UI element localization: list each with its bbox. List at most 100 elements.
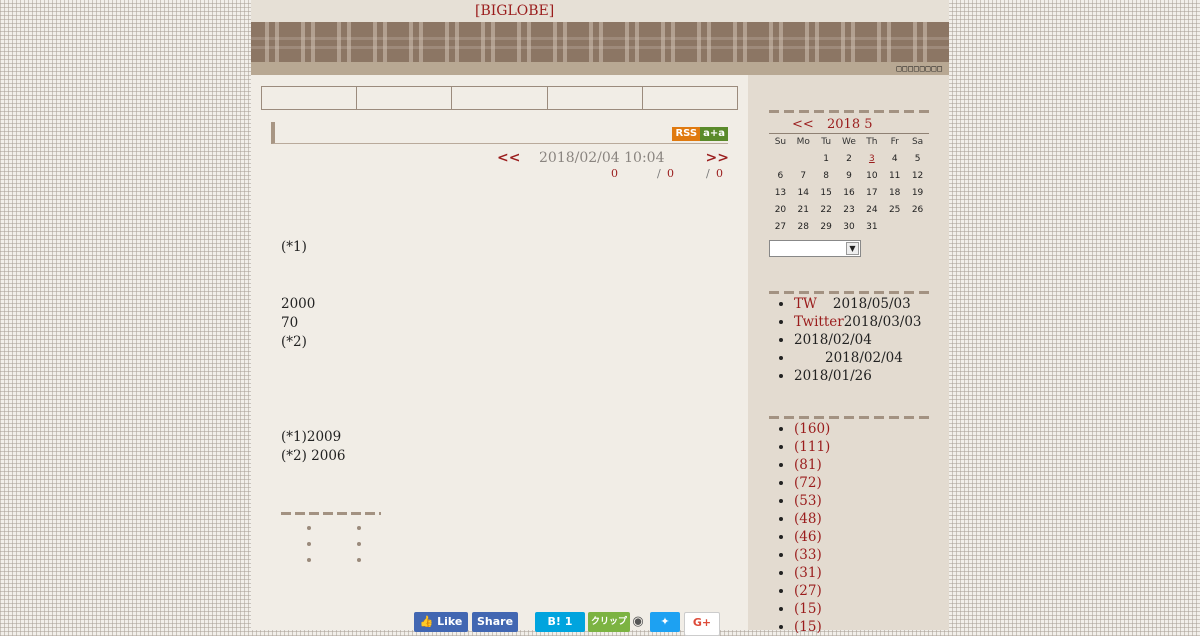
category-item[interactable]: (27) bbox=[794, 582, 830, 600]
category-item[interactable]: (31) bbox=[794, 564, 830, 582]
category-count[interactable]: (72) bbox=[794, 475, 822, 491]
sidebar: << 2018 5 Su Mo Tu We Th Fr Sa 1 2 3 4 5 6 7 8 9 10 11 12… bbox=[748, 75, 949, 635]
sidebar-divider bbox=[769, 291, 929, 294]
entry-paragraph: 2000 70 (*2) bbox=[281, 295, 315, 352]
rss-reader-label: a+a bbox=[700, 127, 728, 141]
recent-entry-prefix[interactable]: Twitter bbox=[794, 314, 844, 330]
text-line: (*1) bbox=[281, 239, 307, 255]
calendar: << 2018 5 Su Mo Tu We Th Fr Sa 1 2 3 4 5 6 7 8 9 10 11 12… bbox=[769, 117, 929, 235]
category-count[interactable]: (15) bbox=[794, 619, 822, 635]
category-count[interactable]: (111) bbox=[794, 439, 830, 455]
prev-entry-link[interactable]: << bbox=[497, 150, 520, 166]
calendar-day: 20 bbox=[774, 204, 787, 215]
calendar-day bbox=[906, 218, 929, 235]
category-item[interactable]: (15) bbox=[794, 600, 830, 618]
biglobe-link[interactable]: [BIGLOBE] bbox=[475, 3, 554, 19]
chevron-down-icon[interactable]: ▼ bbox=[846, 242, 859, 255]
calendar-day bbox=[769, 150, 792, 167]
section-divider bbox=[281, 512, 381, 515]
archive-select[interactable]: ▼ bbox=[769, 240, 861, 257]
count-trackbacks[interactable]: 0 bbox=[667, 167, 674, 180]
twitter-button[interactable]: ✦ bbox=[650, 612, 680, 632]
calendar-day: 25 bbox=[888, 204, 901, 215]
category-item[interactable]: (48) bbox=[794, 510, 830, 528]
recent-entry-date: 2018/05/03 bbox=[832, 296, 911, 312]
calendar-week: 27 28 29 30 31 bbox=[769, 218, 929, 235]
calendar-prev-link[interactable]: << bbox=[792, 117, 814, 132]
category-count[interactable]: (48) bbox=[794, 511, 822, 527]
evernote-icon[interactable]: ◉ bbox=[630, 612, 646, 632]
recent-entry-date: 2018/02/04 bbox=[794, 332, 872, 348]
category-item[interactable]: (160) bbox=[794, 420, 830, 438]
category-item[interactable]: (111) bbox=[794, 438, 830, 456]
tab-1[interactable] bbox=[262, 87, 358, 109]
recent-entry-date: 2018/02/04 bbox=[825, 350, 903, 366]
rss-button[interactable]: RSS a+a bbox=[672, 127, 728, 141]
category-item[interactable]: (15) bbox=[794, 618, 830, 636]
category-count[interactable]: (46) bbox=[794, 529, 822, 545]
entry-nav: << 2018/02/04 10:04 >> bbox=[497, 150, 729, 168]
calendar-day: 22 bbox=[820, 204, 832, 215]
text-line: (*2) bbox=[281, 334, 307, 350]
tab-2[interactable] bbox=[357, 87, 453, 109]
recent-entry[interactable]: Twitter2018/03/03 bbox=[794, 313, 922, 331]
category-count[interactable]: (160) bbox=[794, 421, 830, 437]
calendar-day: 18 bbox=[888, 187, 901, 198]
entry-date: 2018/02/04 10:04 bbox=[539, 150, 665, 166]
count-likes[interactable]: 0 bbox=[716, 167, 723, 180]
calendar-week: 13 14 15 16 17 18 19 bbox=[769, 184, 929, 201]
count-comments[interactable]: 0 bbox=[611, 167, 618, 180]
bullet bbox=[307, 542, 311, 546]
category-count[interactable]: (31) bbox=[794, 565, 822, 581]
category-count[interactable]: (33) bbox=[794, 547, 822, 563]
like-label: Like bbox=[437, 615, 463, 628]
calendar-day-link[interactable]: 3 bbox=[869, 154, 875, 164]
hatena-bookmark-button[interactable]: B! 1 bbox=[535, 612, 585, 632]
facebook-share-button[interactable]: Share bbox=[472, 612, 518, 632]
recent-entry-date: 2018/01/26 bbox=[794, 368, 872, 384]
calendar-weekday: Su bbox=[774, 137, 787, 147]
google-plus-button[interactable]: G+ bbox=[684, 612, 720, 636]
calendar-day: 31 bbox=[866, 221, 878, 232]
next-entry-link[interactable]: >> bbox=[706, 150, 729, 166]
recent-entry[interactable]: 2018/02/04 bbox=[794, 331, 922, 349]
calendar-day: 11 bbox=[888, 170, 901, 181]
recent-entry-prefix[interactable]: TW bbox=[794, 296, 817, 312]
category-count[interactable]: (81) bbox=[794, 457, 822, 473]
calendar-day: 26 bbox=[911, 204, 924, 215]
calendar-day: 16 bbox=[843, 187, 855, 198]
clip-button[interactable]: クリップ bbox=[588, 612, 630, 632]
category-count[interactable]: (15) bbox=[794, 601, 822, 617]
category-count[interactable]: (53) bbox=[794, 493, 822, 509]
sidebar-divider bbox=[769, 110, 929, 113]
recent-entry[interactable]: 2018/01/26 bbox=[794, 367, 922, 385]
category-count[interactable]: (27) bbox=[794, 583, 822, 599]
facebook-like-button[interactable]: 👍 Like bbox=[414, 612, 468, 632]
category-item[interactable]: (72) bbox=[794, 474, 830, 492]
calendar-title: 2018 5 bbox=[827, 117, 873, 132]
calendar-day: 14 bbox=[797, 187, 809, 198]
tab-5[interactable] bbox=[643, 87, 737, 109]
category-item[interactable]: (33) bbox=[794, 546, 830, 564]
bullet bbox=[307, 558, 311, 562]
header-banner bbox=[251, 22, 949, 62]
calendar-day[interactable]: 3 bbox=[860, 150, 883, 167]
calendar-grid: Su Mo Tu We Th Fr Sa 1 2 3 4 5 6 7 8 9 10 11 12 13 14 15 16 17… bbox=[769, 133, 929, 235]
recent-entry[interactable]: 2018/02/04 bbox=[794, 349, 922, 367]
calendar-day: 13 bbox=[774, 187, 787, 198]
tab-3[interactable] bbox=[452, 87, 548, 109]
recent-entry[interactable]: TW 2018/05/03 bbox=[794, 295, 922, 313]
category-item[interactable]: (46) bbox=[794, 528, 830, 546]
tag-row bbox=[281, 536, 401, 552]
text-line: 70 bbox=[281, 315, 299, 331]
calendar-weekday: Mo bbox=[796, 137, 810, 147]
page: [BIGLOBE] □□□□□□□□ RSS a+a << 2018/02/04… bbox=[251, 0, 949, 636]
category-item[interactable]: (53) bbox=[794, 492, 830, 510]
entry-title-bar: RSS a+a bbox=[271, 122, 728, 144]
tab-4[interactable] bbox=[548, 87, 643, 109]
top-bar: [BIGLOBE] bbox=[251, 0, 949, 22]
calendar-day: 9 bbox=[846, 170, 852, 181]
recent-entries: TW2018/05/03Twitter2018/03/032018/02/042… bbox=[769, 295, 922, 385]
category-item[interactable]: (81) bbox=[794, 456, 830, 474]
tag-row bbox=[281, 552, 401, 568]
